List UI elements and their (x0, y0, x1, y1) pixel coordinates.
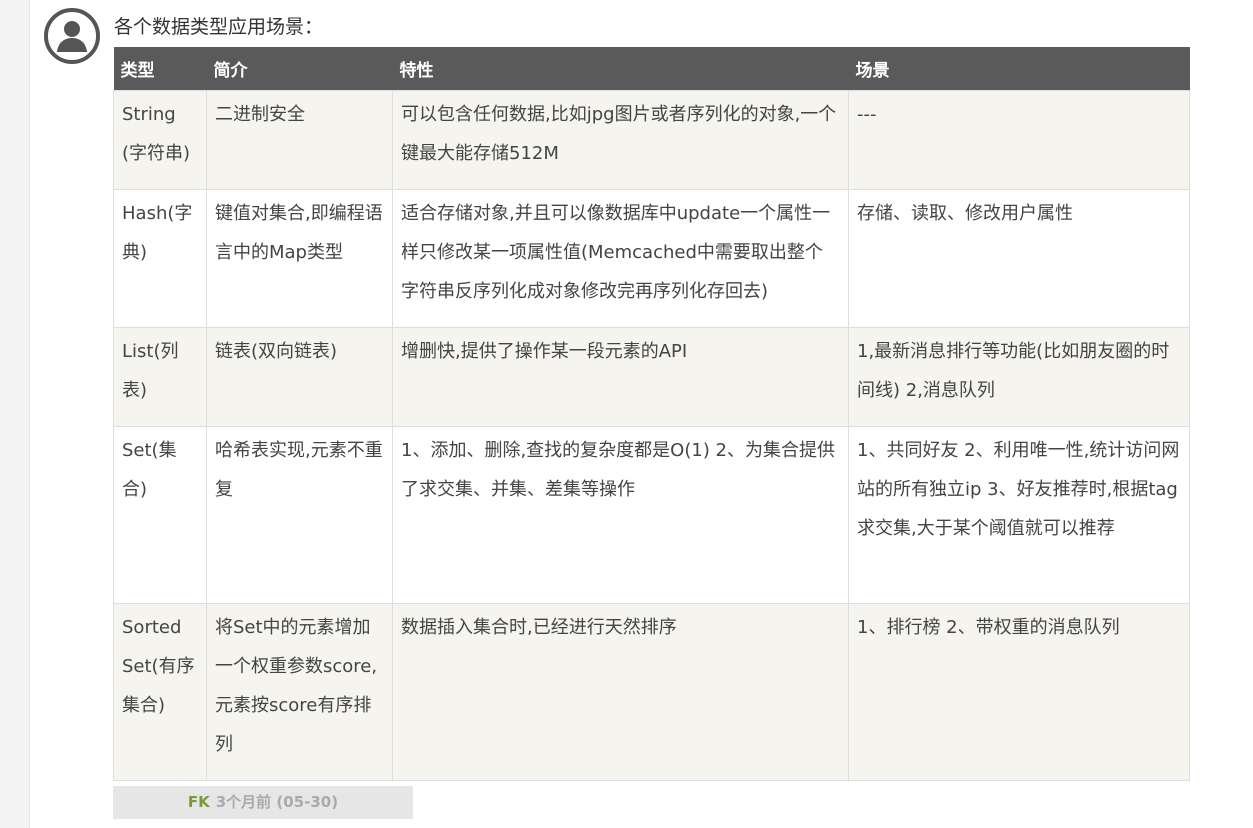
cell-intro: 键值对集合,即编程语言中的Map类型 (206, 189, 393, 328)
table-row: Hash(字典) 键值对集合,即编程语言中的Map类型 适合存储对象,并且可以像… (113, 189, 1190, 328)
header-feature: 特性 (392, 47, 849, 91)
cell-text: 增删快,提供了操作某一段元素的API (401, 341, 688, 362)
post-meta-bar: FK 3个月前 (05-30) (113, 786, 413, 819)
cell-text: Hash(字典) (122, 203, 193, 263)
cell-scene: --- (848, 90, 1190, 190)
table-header: 类型 简介 特性 场景 (113, 47, 1190, 91)
cell-intro: 哈希表实现,元素不重复 (206, 426, 393, 604)
cell-text: String(字符串) (122, 104, 191, 164)
header-scene: 场景 (848, 47, 1190, 91)
cell-text: Set(集合) (122, 440, 177, 500)
cell-text: 二进制安全 (215, 104, 305, 125)
cell-text: 键值对集合,即编程语言中的Map类型 (215, 203, 383, 263)
data-types-table: 类型 简介 特性 场景 String(字符串) 二进制安全 可以包含任何数据,比… (113, 47, 1190, 781)
cell-feature: 适合存储对象,并且可以像数据库中update一个属性一样只修改某一项属性值(Me… (392, 189, 849, 328)
table-row: List(列表) 链表(双向链表) 增删快,提供了操作某一段元素的API 1,最… (113, 327, 1190, 427)
left-rail (0, 0, 30, 828)
cell-text: 将Set中的元素增加一个权重参数score,元素按score有序排列 (215, 617, 378, 755)
table-body: String(字符串) 二进制安全 可以包含任何数据,比如jpg图片或者序列化的… (113, 90, 1190, 781)
cell-feature: 增删快,提供了操作某一段元素的API (392, 327, 849, 427)
cell-scene: 1、共同好友 2、利用唯一性,统计访问网站的所有独立ip 3、好友推荐时,根据t… (848, 426, 1190, 604)
cell-text: 1、排行榜 2、带权重的消息队列 (857, 617, 1120, 638)
cell-scene: 存储、读取、修改用户属性 (848, 189, 1190, 328)
header-intro: 简介 (206, 47, 393, 91)
cell-feature: 1、添加、删除,查找的复杂度都是O(1) 2、为集合提供了求交集、并集、差集等操… (392, 426, 849, 604)
post-intro-text: 各个数据类型应用场景： (114, 16, 324, 38)
post-time: 3个月前 (05-30) (215, 793, 339, 811)
author-name-link[interactable]: FK (188, 793, 210, 811)
table-row: Set(集合) 哈希表实现,元素不重复 1、添加、删除,查找的复杂度都是O(1)… (113, 426, 1190, 604)
cell-type: String(字符串) (113, 90, 207, 190)
cell-text: 链表(双向链表) (215, 341, 338, 362)
cell-type: List(列表) (113, 327, 207, 427)
header-row: 类型 简介 特性 场景 (113, 47, 1190, 91)
cell-text: Sorted Set(有序集合) (122, 617, 195, 716)
cell-type: Hash(字典) (113, 189, 207, 328)
cell-text: 1、共同好友 2、利用唯一性,统计访问网站的所有独立ip 3、好友推荐时,根据t… (857, 440, 1180, 539)
cell-text: 适合存储对象,并且可以像数据库中update一个属性一样只修改某一项属性值(Me… (401, 203, 831, 302)
cell-intro: 二进制安全 (206, 90, 393, 190)
cell-text: 可以包含任何数据,比如jpg图片或者序列化的对象,一个键最大能存储512M (401, 104, 837, 164)
cell-feature: 数据插入集合时,已经进行天然排序 (392, 603, 849, 781)
header-type: 类型 (113, 47, 207, 91)
cell-text: 1,最新消息排行等功能(比如朋友圈的时间线) 2,消息队列 (857, 341, 1170, 401)
cell-intro: 将Set中的元素增加一个权重参数score,元素按score有序排列 (206, 603, 393, 781)
cell-text: 存储、读取、修改用户属性 (857, 203, 1073, 224)
cell-scene: 1,最新消息排行等功能(比如朋友圈的时间线) 2,消息队列 (848, 327, 1190, 427)
table-row: Sorted Set(有序集合) 将Set中的元素增加一个权重参数score,元… (113, 603, 1190, 781)
user-avatar-icon[interactable] (44, 8, 100, 64)
cell-type: Sorted Set(有序集合) (113, 603, 207, 781)
cell-text: 哈希表实现,元素不重复 (215, 440, 383, 500)
cell-intro: 链表(双向链表) (206, 327, 393, 427)
cell-feature: 可以包含任何数据,比如jpg图片或者序列化的对象,一个键最大能存储512M (392, 90, 849, 190)
avatar-graphic (44, 8, 100, 64)
cell-text: List(列表) (122, 341, 179, 401)
cell-scene: 1、排行榜 2、带权重的消息队列 (848, 603, 1190, 781)
cell-text: 1、添加、删除,查找的复杂度都是O(1) 2、为集合提供了求交集、并集、差集等操… (401, 440, 836, 500)
cell-type: Set(集合) (113, 426, 207, 604)
cell-text: 数据插入集合时,已经进行天然排序 (401, 617, 677, 638)
cell-text: --- (857, 104, 877, 125)
table-row: String(字符串) 二进制安全 可以包含任何数据,比如jpg图片或者序列化的… (113, 90, 1190, 190)
